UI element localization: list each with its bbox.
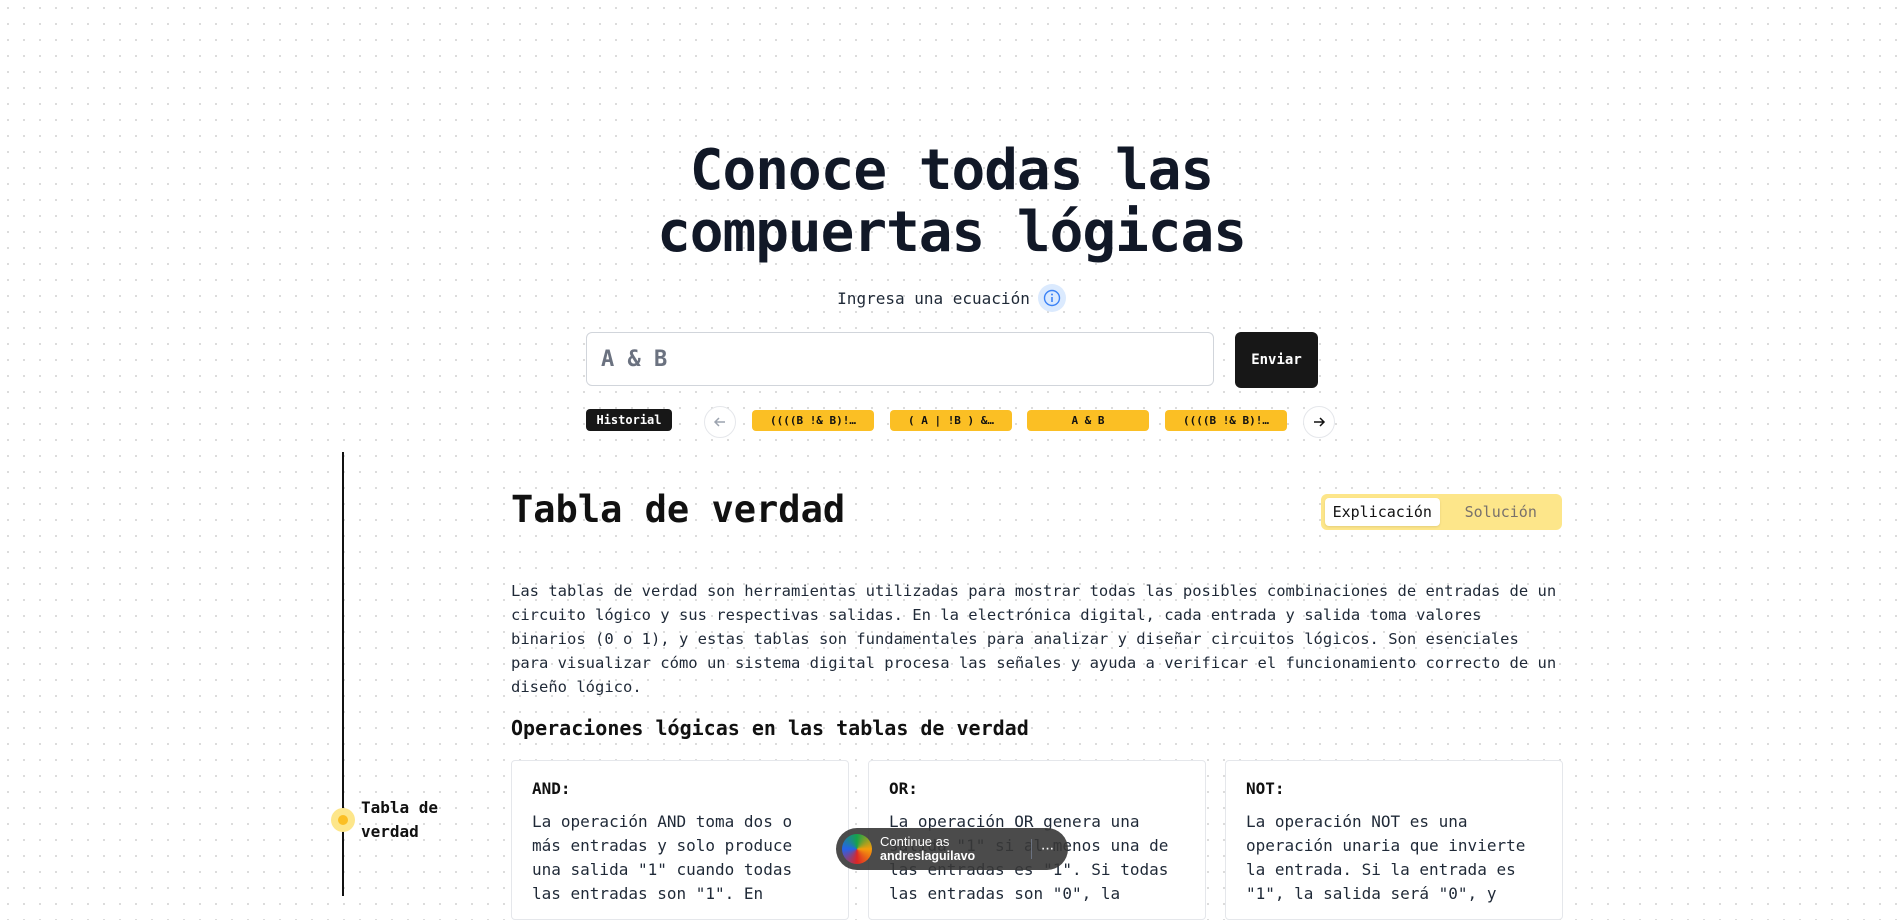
continue-as-prompt[interactable]: Continue as andreslaguilavo ··· (836, 828, 1068, 870)
avatar (842, 834, 872, 864)
page-title: Conoce todas las compuertas lógicas (0, 140, 1903, 264)
more-icon[interactable]: ··· (1032, 840, 1062, 858)
submit-button[interactable]: Enviar (1235, 332, 1318, 388)
card-text: La operación AND toma dos o más entradas… (532, 812, 793, 903)
page-title-line2: compuertas lógicas (657, 200, 1247, 265)
tab-explicacion[interactable]: Explicación (1325, 498, 1440, 526)
equation-label: Ingresa una ecuación (837, 288, 1030, 308)
section-title: Tabla de verdad (511, 488, 846, 531)
card-text: La operación NOT es una operación unaria… (1246, 812, 1526, 903)
tab-solucion[interactable]: Solución (1444, 498, 1559, 526)
history-prev-button[interactable] (704, 406, 736, 438)
continue-as-text: Continue as andreslaguilavo (880, 834, 975, 864)
history-chip[interactable]: ((((B !& B)!… (1165, 410, 1287, 431)
equation-input[interactable] (586, 332, 1214, 386)
card-title: NOT: (1246, 779, 1285, 798)
continue-username: andreslaguilavo (880, 849, 976, 863)
card-title: OR: (889, 779, 918, 798)
history-next-button[interactable] (1303, 406, 1335, 438)
history-chip[interactable]: A & B (1027, 410, 1149, 431)
info-icon[interactable] (1037, 284, 1066, 312)
card-not: NOT: La operación NOT es una operación u… (1225, 760, 1563, 920)
arrow-left-icon (713, 417, 725, 427)
view-tabs: Explicación Solución (1321, 494, 1562, 530)
card-and: AND: La operación AND toma dos o más ent… (511, 760, 849, 920)
card-title: AND: (532, 779, 571, 798)
timeline-marker (331, 808, 355, 832)
continue-caption: Continue as (880, 834, 950, 849)
page-title-line1: Conoce todas las (689, 138, 1214, 203)
intro-paragraph: Las tablas de verdad son herramientas ut… (511, 582, 1557, 696)
timeline-item-tabla-de-verdad[interactable]: Tabla de verdad (361, 796, 461, 844)
history-badge: Historial (586, 409, 672, 431)
arrow-right-icon (1314, 417, 1326, 427)
operations-heading: Operaciones lógicas en las tablas de ver… (511, 716, 1029, 740)
equation-label-row: Ingresa una ecuación (0, 284, 1903, 312)
history-chip[interactable]: ( A | !B ) &… (890, 410, 1012, 431)
history-chip[interactable]: ((((B !& B)!… (752, 410, 874, 431)
